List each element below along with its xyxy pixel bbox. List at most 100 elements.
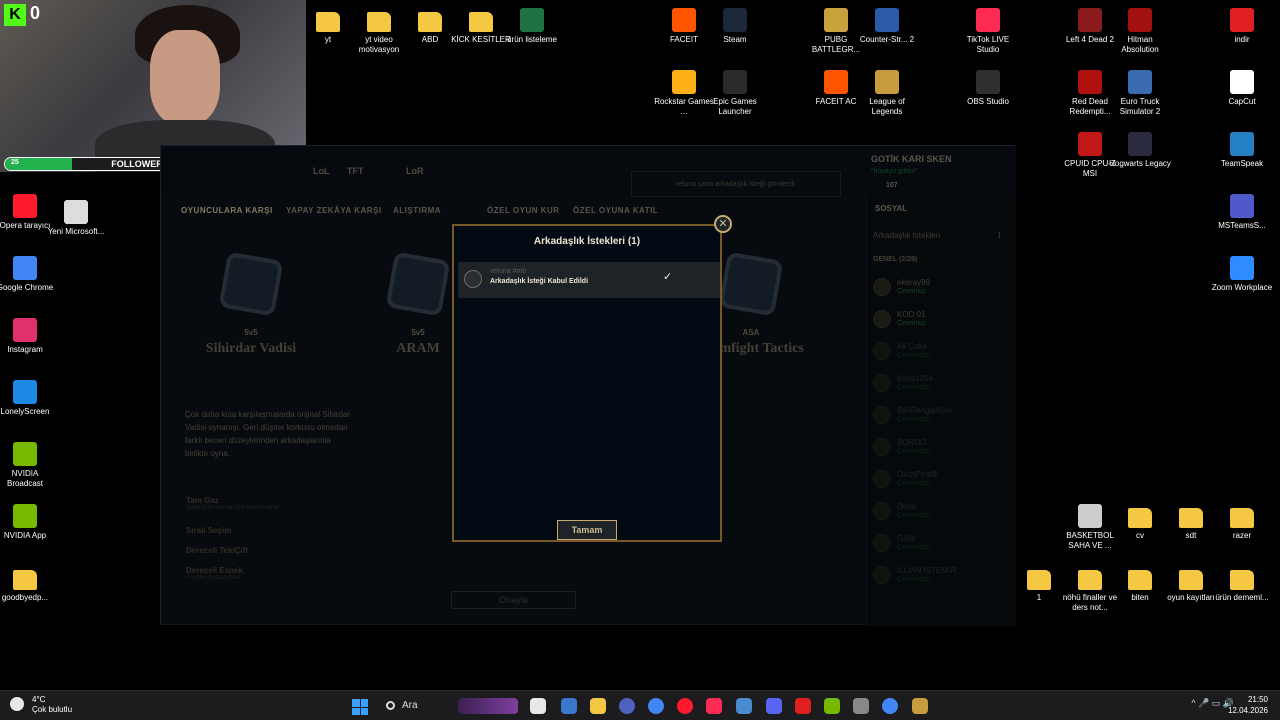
desktop-icon-label: Zoom Workplace [1211, 283, 1273, 292]
app-icon [520, 8, 544, 32]
chrome-app-icon[interactable] [648, 698, 664, 714]
desktop-icon[interactable]: Hitman Absolution [1108, 8, 1172, 55]
folder-icon [1230, 570, 1254, 590]
desktop-icon-label: TeamSpeak [1220, 159, 1264, 168]
explorer-app-icon[interactable] [561, 698, 577, 714]
app-icon [13, 256, 37, 280]
app-icon [64, 200, 88, 224]
desktop-icon[interactable]: Steam [703, 8, 767, 45]
desktop-icon[interactable]: OBS Studio [956, 70, 1020, 107]
folder-icon [13, 570, 37, 590]
desktop-icon-label: Yeni Microsoft... [47, 227, 105, 236]
desktop-icon[interactable]: Zoom Workplace [1210, 256, 1274, 293]
folder-app-icon[interactable] [590, 698, 606, 714]
desktop-icon-label: TikTok LIVE Studio [966, 35, 1010, 54]
desktop-icon[interactable]: Yeni Microsoft... [44, 200, 108, 237]
discord-app-icon[interactable] [766, 698, 782, 714]
opera-app-icon[interactable] [677, 698, 693, 714]
app-icon [824, 8, 848, 32]
desktop-icon[interactable]: League of Legends [855, 70, 919, 117]
folder-icon [1230, 508, 1254, 528]
desktop-icon[interactable]: MSTeamsS... [1210, 194, 1274, 231]
desktop-icon[interactable]: Hogwarts Legacy [1108, 132, 1172, 169]
desktop-icon[interactable]: razer [1210, 504, 1274, 541]
desktop-icon[interactable]: LonelyScreen [0, 380, 57, 417]
app-icon [875, 70, 899, 94]
league-app-icon[interactable] [912, 698, 928, 714]
folder-icon [1027, 570, 1051, 590]
task-view-icon[interactable] [530, 698, 546, 714]
avatar [464, 270, 482, 288]
desktop-icon-label: LonelyScreen [0, 407, 50, 416]
riot-app-icon[interactable] [795, 698, 811, 714]
desktop-icon-label: Epic Games Launcher [713, 97, 757, 116]
app-icon [1230, 256, 1254, 280]
desktop-icon[interactable]: indir [1210, 8, 1274, 45]
desktop-icon-label: goodbyedp... [1, 593, 49, 602]
desktop-icon[interactable]: Google Chrome [0, 256, 57, 293]
folder-icon [1128, 570, 1152, 590]
ok-button[interactable]: Tamam [557, 520, 617, 540]
weather-widget[interactable]: 4°C Çok bulutlu [8, 695, 72, 715]
desktop-icon[interactable]: Counter-Str... 2 [855, 8, 919, 45]
folder-icon [1179, 570, 1203, 590]
desktop-icon[interactable]: Epic Games Launcher [703, 70, 767, 117]
desktop-icon[interactable]: ürün listeleme [500, 8, 564, 45]
folder-icon [367, 12, 391, 32]
desktop-icon[interactable]: NVIDIA Broadcast [0, 442, 57, 489]
app-icon [672, 8, 696, 32]
desktop-icon-label: Instagram [7, 345, 43, 354]
chrome-2-app-icon[interactable] [882, 698, 898, 714]
kick-viewer-count: 0 [30, 3, 41, 23]
widget-news-icon[interactable] [458, 698, 518, 714]
app-icon [1230, 132, 1254, 156]
windows-start-icon[interactable] [352, 699, 368, 715]
obs-app-icon[interactable] [619, 698, 635, 714]
desktop-icon-label: CapCut [1228, 97, 1256, 106]
request-status-message: Arkadaşlık İsteği Kabul Edildi [490, 278, 589, 285]
nvidia-app-icon[interactable] [824, 698, 840, 714]
app-icon [1128, 132, 1152, 156]
app-icon [824, 70, 848, 94]
settings-app-icon[interactable] [736, 698, 752, 714]
folder-icon [316, 12, 340, 32]
folder-icon [1179, 508, 1203, 528]
search-placeholder: Ara [402, 700, 418, 711]
obs-studio-app-icon[interactable] [853, 698, 869, 714]
desktop-icon[interactable]: ürün dememl... [1210, 566, 1274, 603]
app-icon [672, 70, 696, 94]
app-icon [1230, 70, 1254, 94]
app-icon [723, 70, 747, 94]
requester-name: veluna #mb [490, 268, 527, 275]
cloud-icon [10, 697, 24, 711]
app-icon [13, 504, 37, 528]
taskbar: 4°C Çok bulutlu Ara ^ 🎤 ▭ 🔊 21:50 12.04.… [0, 690, 1280, 720]
folder-icon [418, 12, 442, 32]
app-icon [13, 442, 37, 466]
app-icon [976, 70, 1000, 94]
desktop-icon-label: Hogwarts Legacy [1109, 159, 1171, 168]
clock[interactable]: 21:50 12.04.2026 [1228, 694, 1268, 716]
desktop-icon-label: MSTeamsS... [1218, 221, 1266, 230]
app-icon [13, 194, 37, 218]
desktop-icon[interactable]: Euro Truck Simulator 2 [1108, 70, 1172, 117]
app-icon [1078, 70, 1102, 94]
desktop-icon[interactable]: TikTok LIVE Studio [956, 8, 1020, 55]
desktop-icon[interactable]: NVIDIA App [0, 504, 57, 541]
clock-date: 12.04.2026 [1227, 706, 1268, 715]
app-icon [875, 8, 899, 32]
desktop-icon-label: Steam [723, 35, 747, 44]
desktop-icon-label: Google Chrome [0, 283, 54, 292]
clock-time: 21:50 [1247, 695, 1268, 704]
desktop-icon-label: indir [1234, 35, 1250, 44]
app-icon [976, 8, 1000, 32]
desktop-icon[interactable]: Instagram [0, 318, 57, 355]
desktop-icon-label: NVIDIA App [3, 531, 47, 540]
close-icon[interactable]: ✕ [714, 215, 732, 233]
desktop-icon[interactable]: TeamSpeak [1210, 132, 1274, 169]
tiktok-app-icon[interactable] [706, 698, 722, 714]
desktop-icon[interactable]: goodbyedp... [0, 566, 57, 603]
desktop-icon[interactable]: CapCut [1210, 70, 1274, 107]
desktop-icon-label: ürün dememl... [1215, 593, 1269, 602]
folder-icon [469, 12, 493, 32]
